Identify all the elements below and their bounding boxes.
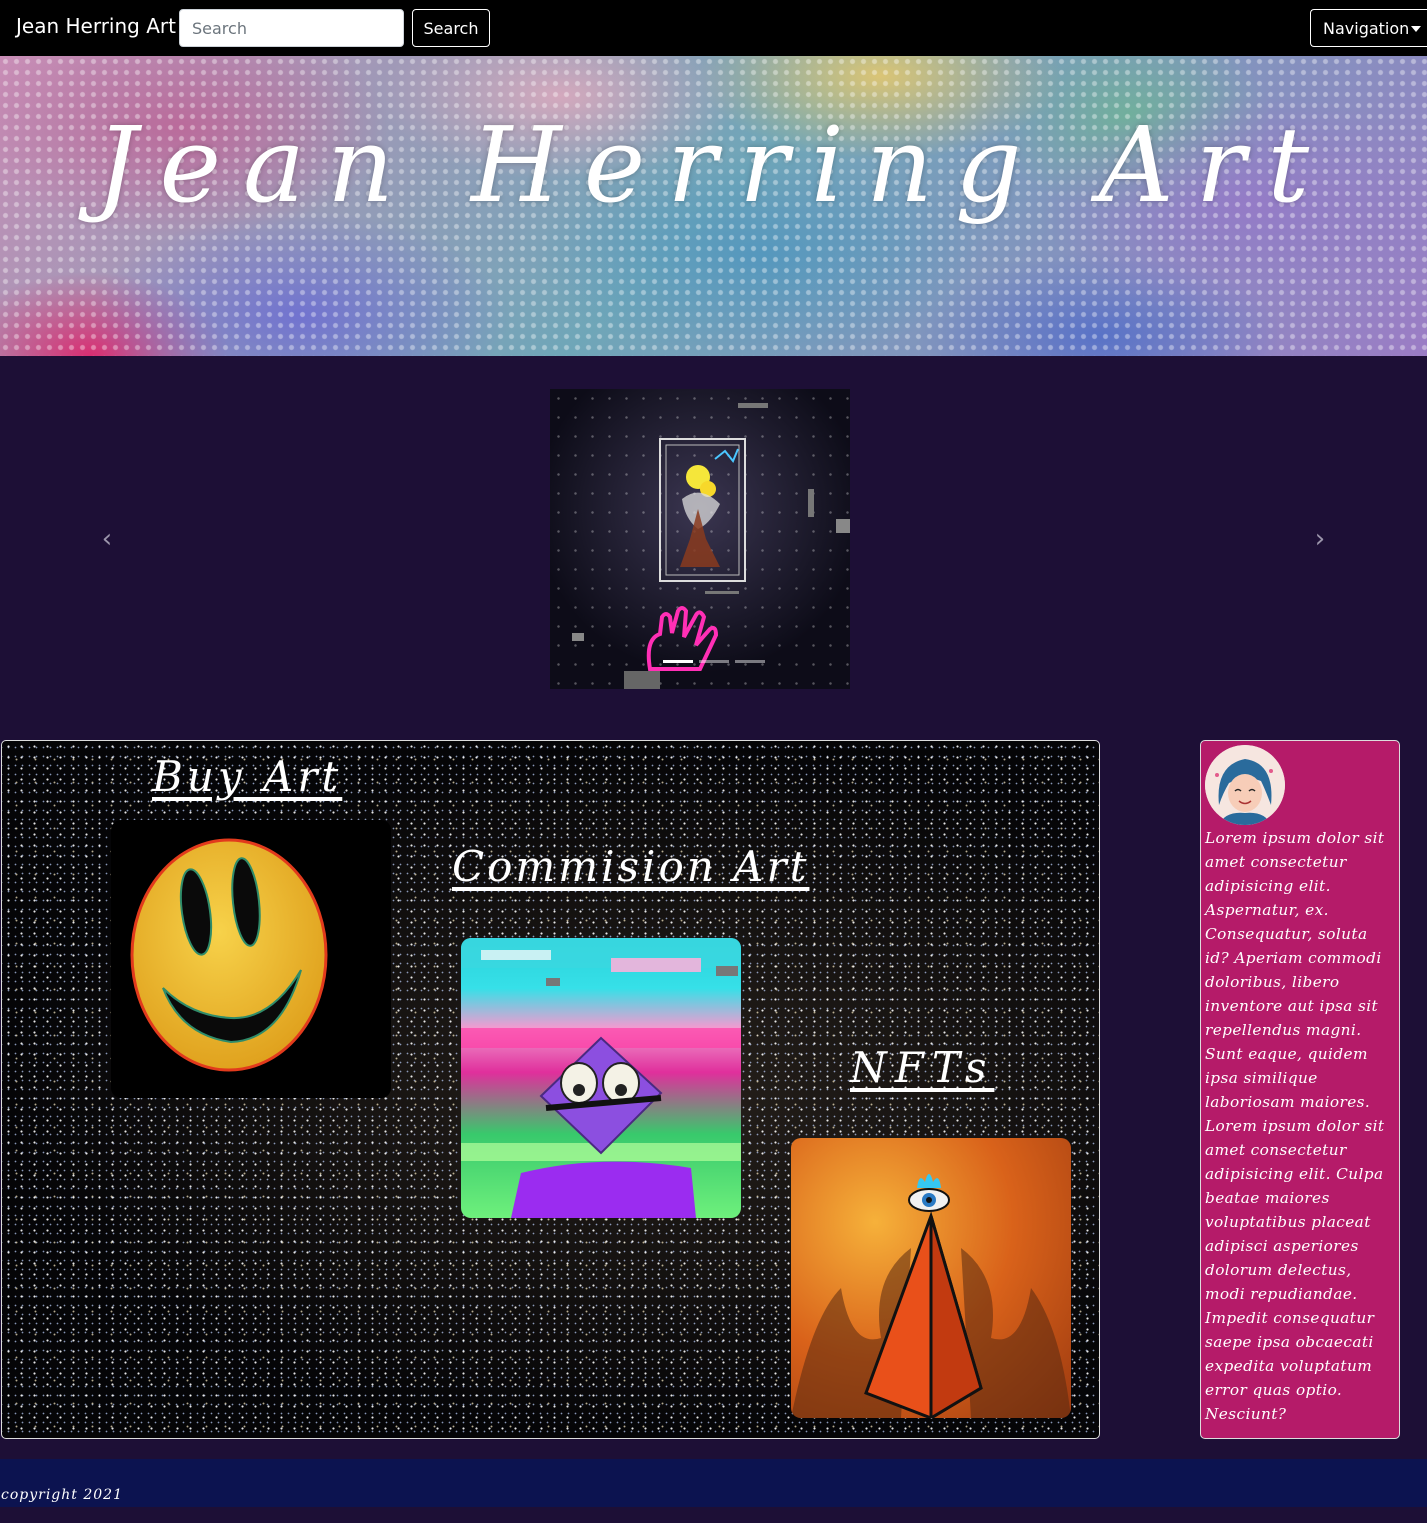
copyright-text: copyright 2021	[1, 1487, 123, 1503]
banner-title: Jean Herring Art	[95, 104, 1332, 226]
commission-art-image[interactable]	[461, 938, 741, 1218]
chevron-right-icon: ›	[1314, 524, 1326, 554]
navbar: Jean Herring Art Search Navigation	[0, 0, 1427, 56]
smiley-face-artwork	[130, 838, 328, 1072]
artist-avatar	[1205, 745, 1285, 825]
nft-image[interactable]	[791, 1138, 1071, 1418]
hero-banner: Jean Herring Art	[0, 56, 1427, 356]
commission-art-link[interactable]: Commision Art	[452, 842, 809, 891]
artist-portrait-icon	[1205, 745, 1285, 825]
carousel-next-button[interactable]: ›	[1310, 526, 1330, 552]
carousel-indicator-3[interactable]	[735, 660, 765, 663]
carousel-indicators	[663, 660, 767, 664]
search-input[interactable]	[179, 9, 404, 47]
navigation-dropdown-button[interactable]: Navigation	[1310, 9, 1427, 47]
navbar-brand[interactable]: Jean Herring Art	[16, 14, 176, 38]
navigation-dropdown-label: Navigation	[1323, 18, 1410, 38]
footer	[0, 1459, 1427, 1507]
pyramid-eye-artwork	[791, 1174, 1071, 1418]
artist-bio: Lorem ipsum dolor sit amet consectetur a…	[1205, 829, 1385, 1423]
buy-art-link[interactable]: Buy Art	[152, 752, 342, 801]
tarot-card-artwork	[572, 403, 850, 689]
search-button[interactable]: Search	[412, 9, 490, 47]
carousel-prev-button[interactable]: ‹	[97, 526, 117, 552]
caret-down-icon	[1411, 26, 1421, 32]
chevron-left-icon: ‹	[101, 524, 113, 554]
nfts-link[interactable]: NFTs	[850, 1043, 994, 1092]
buy-art-image[interactable]	[111, 820, 391, 1098]
carousel-slide[interactable]	[550, 389, 850, 689]
purple-diamond-character-artwork	[461, 938, 741, 1218]
carousel-indicator-2[interactable]	[699, 660, 729, 663]
carousel-indicator-1[interactable]	[663, 660, 693, 663]
